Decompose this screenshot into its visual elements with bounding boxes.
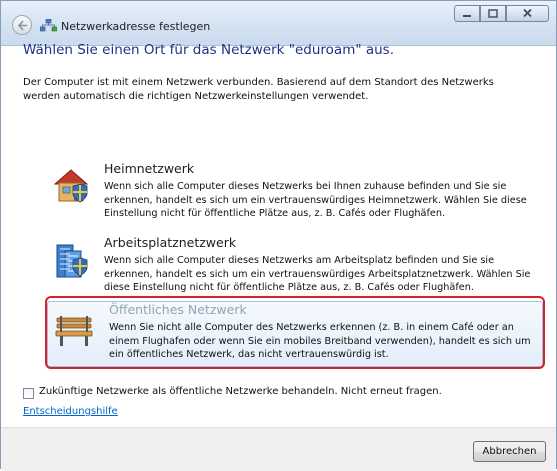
selection-highlight-frame bbox=[45, 296, 545, 369]
option-description: Wenn sich alle Computer dieses Netzwerks… bbox=[104, 255, 531, 293]
dialog-footer: Abbrechen bbox=[1, 427, 556, 471]
minimize-button[interactable] bbox=[454, 5, 480, 22]
public-network-checkbox[interactable] bbox=[23, 388, 34, 399]
close-button[interactable] bbox=[506, 5, 549, 22]
help-link[interactable]: Entscheidungshilfe bbox=[23, 406, 118, 417]
option-home-network[interactable]: Heimnetzwerk Wenn sich alle Computer die… bbox=[43, 161, 537, 225]
option-work-network[interactable]: Arbeitsplatznetzwerk Wenn sich alle Comp… bbox=[43, 235, 537, 299]
page-description: Der Computer ist mit einem Netzwerk verb… bbox=[23, 77, 494, 102]
network-icon bbox=[40, 19, 57, 32]
back-arrow-icon bbox=[17, 20, 27, 31]
title-bar: Netzwerkadresse festlegen bbox=[1, 1, 556, 46]
close-icon bbox=[523, 8, 532, 18]
maximize-button[interactable] bbox=[480, 5, 506, 22]
window-title: Netzwerkadresse festlegen bbox=[61, 20, 211, 33]
house-icon bbox=[53, 169, 89, 203]
maximize-icon bbox=[488, 9, 498, 18]
minimize-icon bbox=[463, 15, 471, 17]
caption-buttons bbox=[454, 5, 549, 22]
option-description: Wenn sich alle Computer dieses Netzwerks… bbox=[104, 181, 527, 219]
office-building-icon bbox=[56, 244, 88, 278]
dialog-window: Netzwerkadresse festlegen Wählen Sie ein… bbox=[0, 0, 557, 471]
cancel-button[interactable]: Abbrechen bbox=[473, 441, 546, 462]
option-title: Heimnetzwerk bbox=[104, 161, 195, 176]
back-button[interactable] bbox=[12, 15, 32, 35]
checkbox-label: Zukünftige Netzwerke als öffentliche Net… bbox=[39, 386, 442, 397]
option-title: Arbeitsplatznetzwerk bbox=[104, 235, 237, 250]
page-heading: Wählen Sie einen Ort für das Netzwerk "e… bbox=[23, 42, 394, 58]
